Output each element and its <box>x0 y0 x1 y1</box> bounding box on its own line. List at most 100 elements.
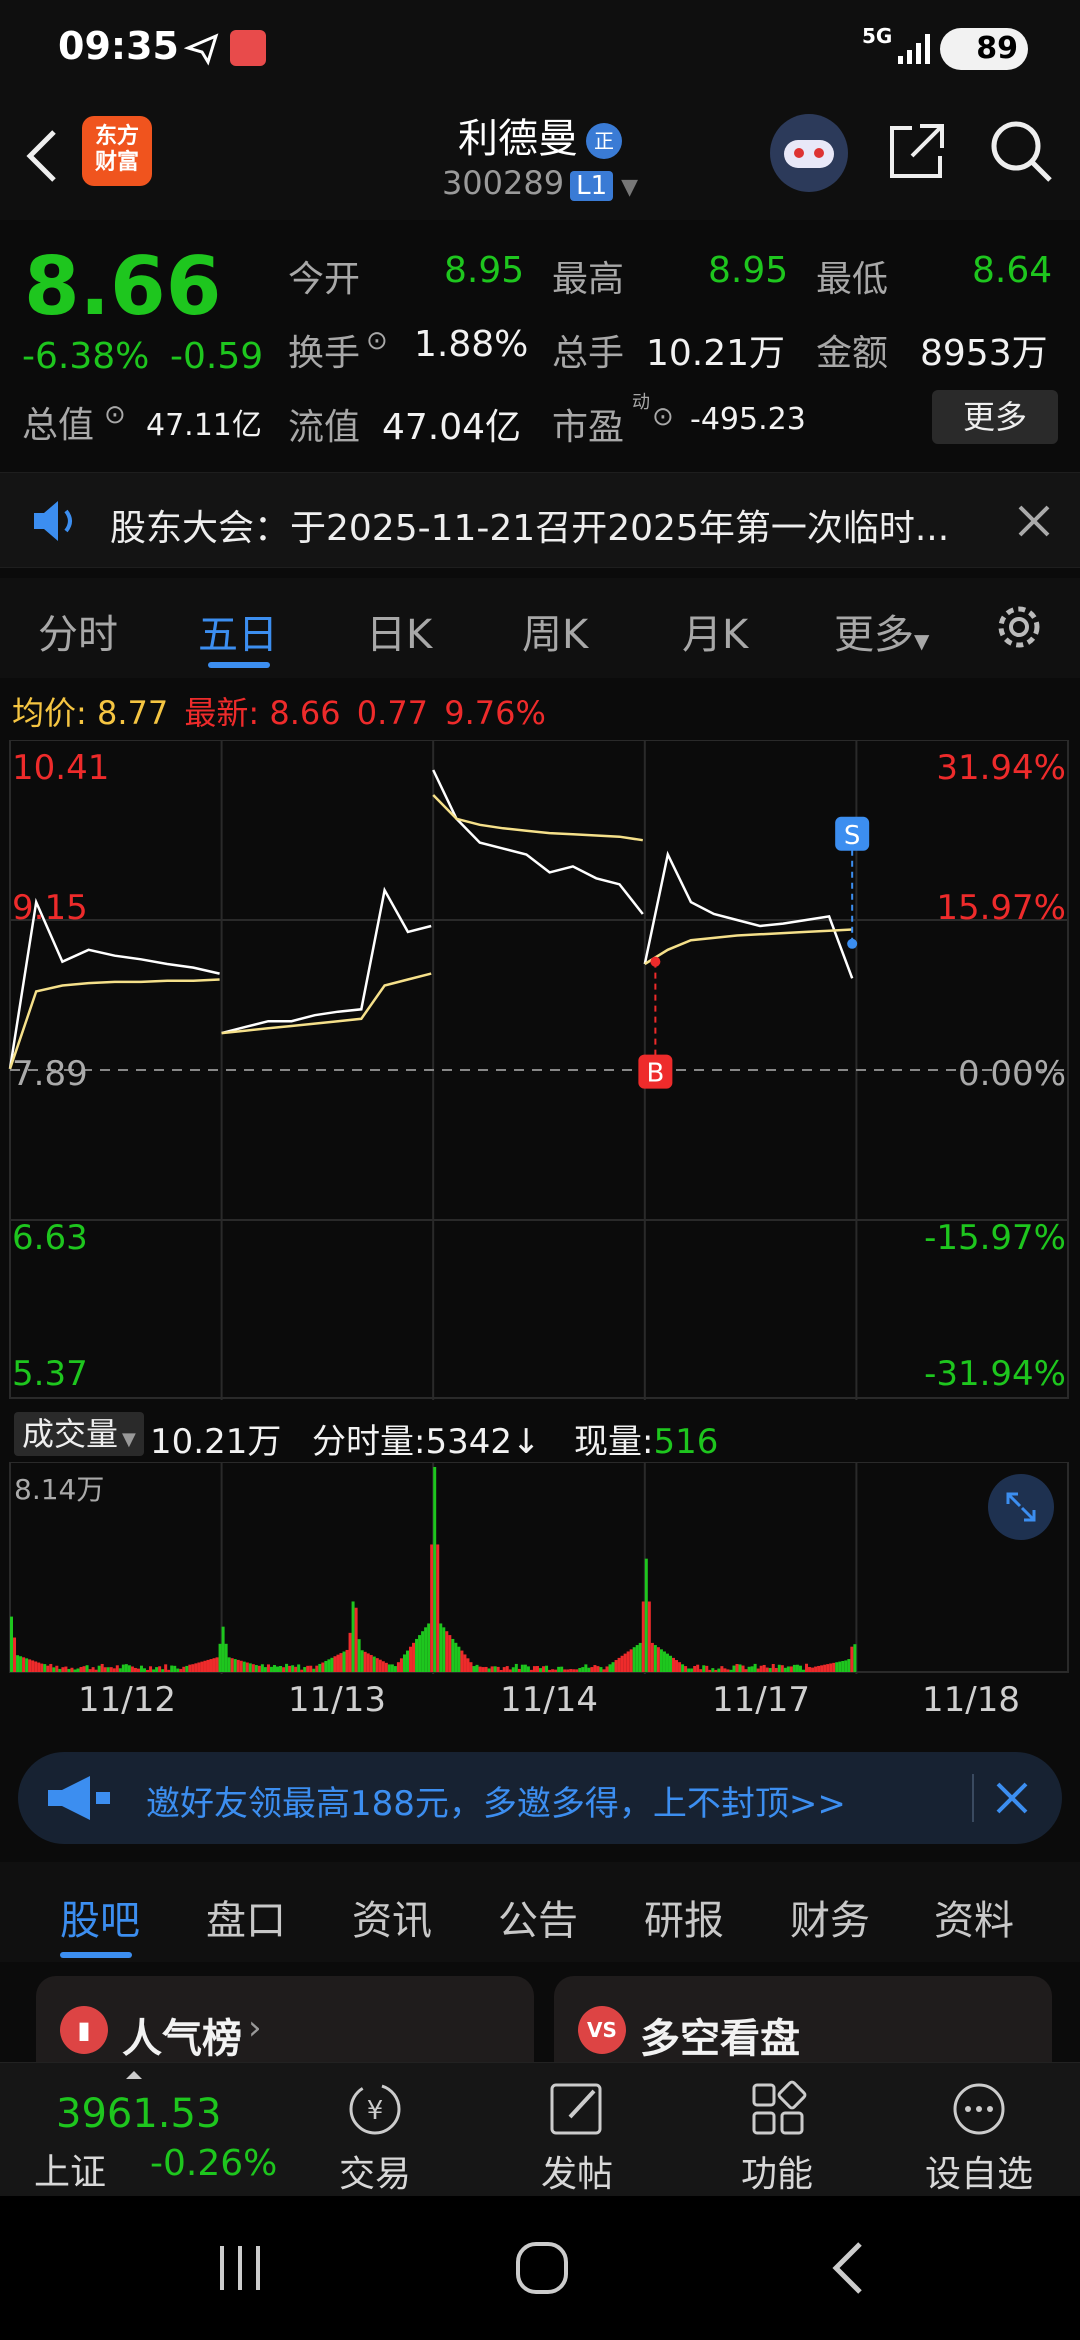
functions-label[interactable]: 功能 <box>697 2145 857 2197</box>
tab-intraday[interactable]: 分时 <box>38 602 118 660</box>
battery-icon: 89 <box>940 28 1028 70</box>
volume-bar <box>832 1662 836 1672</box>
expand-icon[interactable] <box>988 1474 1054 1540</box>
date-label-3: 11/17 <box>712 1680 810 1720</box>
bull-bear-card[interactable]: VS 多空看盘 <box>554 1976 1052 2076</box>
date-label-2: 11/14 <box>500 1680 598 1720</box>
tab-financials[interactable]: 财务 <box>790 1888 870 1946</box>
volume-bar <box>560 1666 564 1672</box>
close-icon[interactable] <box>992 1778 1032 1818</box>
info-icon[interactable]: ⊙ <box>104 400 126 430</box>
volume-bar <box>744 1669 748 1672</box>
y-tick-left-1: 9.15 <box>12 888 88 928</box>
trade-label[interactable]: 交易 <box>295 2145 455 2197</box>
home-icon[interactable] <box>512 2238 572 2298</box>
tab-profile[interactable]: 资料 <box>934 1888 1014 1946</box>
robot-avatar-icon[interactable] <box>770 114 848 192</box>
volume-bar <box>351 1601 355 1672</box>
volume-bar <box>563 1669 567 1672</box>
volume-bar <box>738 1664 742 1672</box>
volume-bar <box>608 1664 612 1672</box>
info-icon[interactable]: ⊙ <box>366 326 388 356</box>
price-line-day-2 <box>432 769 644 915</box>
notice-bar[interactable]: 股东大会：于2025-11-21召开2025年第一次临时... <box>0 472 1080 568</box>
volume-bar <box>478 1666 482 1672</box>
volume-bar <box>396 1662 400 1672</box>
volume-bar <box>155 1667 159 1672</box>
volume-bar <box>339 1653 343 1672</box>
tab-research[interactable]: 研报 <box>644 1888 724 1946</box>
volume-bar <box>276 1666 280 1672</box>
volume-bar <box>272 1665 276 1672</box>
volume-bar <box>566 1669 570 1672</box>
expand-up-icon[interactable] <box>126 2071 142 2079</box>
current-price: 8.66 <box>24 240 222 333</box>
pe-superscript: 动 <box>632 392 650 413</box>
status-bar: 09:35 5G 89 <box>0 0 1080 96</box>
volume-bar <box>481 1667 485 1672</box>
volume-bar <box>795 1664 799 1672</box>
volume-bar <box>805 1663 809 1672</box>
period-volume: 分时量:5342↓ <box>312 1422 541 1462</box>
tab-more[interactable]: 更多▼ <box>834 602 929 660</box>
close-icon[interactable] <box>1016 503 1052 539</box>
popularity-card[interactable]: ▮ 人气榜 › <box>36 1976 534 2076</box>
watchlist-icon[interactable] <box>944 2077 1014 2141</box>
trade-icon[interactable]: ¥ <box>340 2077 410 2141</box>
price-chart[interactable]: BS <box>0 740 1080 1400</box>
tab-announcements[interactable]: 公告 <box>498 1888 578 1946</box>
avg-price-line-day-2 <box>432 794 643 842</box>
volume-max-label: 8.14万 <box>14 1473 105 1506</box>
volume-bar <box>288 1665 292 1672</box>
settings-icon[interactable] <box>990 598 1048 656</box>
watchlist-label[interactable]: 设自选 <box>899 2145 1059 2197</box>
tab-guba[interactable]: 股吧 <box>60 1888 140 1946</box>
divider <box>972 1774 974 1822</box>
tab-monthly-k[interactable]: 月K <box>682 602 748 660</box>
volume-bar <box>629 1649 633 1672</box>
volume-bar <box>614 1660 618 1672</box>
tab-weekly-k[interactable]: 周K <box>522 602 588 660</box>
volume-bar <box>542 1666 546 1672</box>
post-label[interactable]: 发帖 <box>497 2145 657 2197</box>
invite-banner[interactable]: 邀好友领最高188元，多邀多得，上不封顶>> <box>18 1752 1062 1844</box>
search-icon[interactable] <box>988 118 1054 184</box>
functions-icon[interactable] <box>742 2077 812 2141</box>
volume-bar <box>336 1654 340 1672</box>
volume-bar <box>496 1666 500 1672</box>
volume-bar <box>384 1662 388 1672</box>
tab-five-day[interactable]: 五日 <box>198 602 278 660</box>
index-value[interactable]: 3961.53 <box>56 2091 221 2137</box>
volume-bar <box>73 1669 77 1672</box>
volume-bar <box>393 1666 397 1672</box>
low-label: 最低 <box>816 259 889 300</box>
volume-selector[interactable]: 成交量 ▼ <box>14 1412 144 1456</box>
volume-bar <box>85 1665 89 1672</box>
tab-daily-k[interactable]: 日K <box>366 602 432 660</box>
volume-bar <box>451 1638 455 1672</box>
share-icon[interactable] <box>884 120 948 184</box>
stock-name: 利德曼 <box>458 116 578 162</box>
volume-bar <box>747 1666 751 1672</box>
tab-order-book[interactable]: 盘口 <box>206 1888 286 1946</box>
volume-bar <box>372 1656 376 1672</box>
volume-bar <box>557 1666 561 1672</box>
system-nav-bar <box>0 2196 1080 2340</box>
volume-bar <box>97 1665 101 1672</box>
tab-news[interactable]: 资讯 <box>352 1888 432 1946</box>
more-button[interactable]: 更多 <box>932 390 1058 444</box>
volume-bar <box>133 1667 137 1672</box>
recents-icon[interactable] <box>212 2240 268 2296</box>
amount-label: 金额 <box>816 333 889 374</box>
volume-bar <box>76 1668 80 1672</box>
stock-header: 东方 财富 利德曼正 300289 L1 ▼ <box>0 96 1080 220</box>
volume-bar <box>31 1660 35 1672</box>
post-icon[interactable] <box>542 2077 612 2141</box>
volume-bar <box>164 1664 168 1672</box>
change-value: -0.59 <box>170 336 264 377</box>
info-icon[interactable]: ⊙ <box>652 402 674 432</box>
volume-bar <box>194 1663 198 1672</box>
volume-bar <box>173 1665 177 1672</box>
volume-bar <box>798 1665 802 1672</box>
back-nav-icon[interactable] <box>820 2238 876 2298</box>
